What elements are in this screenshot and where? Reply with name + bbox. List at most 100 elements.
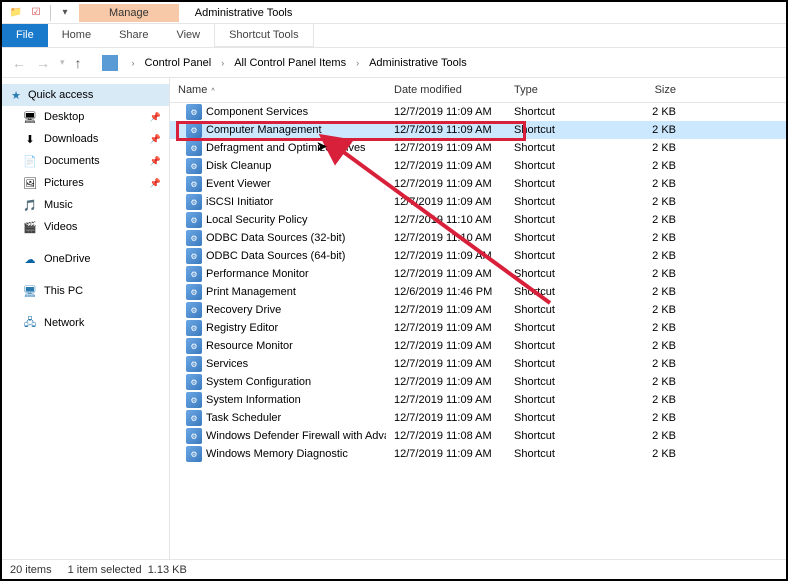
- breadcrumb-segment[interactable]: Control Panel: [145, 57, 212, 69]
- sidebar-network[interactable]: 🖧 Network: [2, 312, 169, 334]
- table-row[interactable]: ⚙Recovery Drive12/7/2019 11:09 AMShortcu…: [170, 301, 786, 319]
- file-rows: ⚙Component Services12/7/2019 11:09 AMSho…: [170, 103, 786, 463]
- sidebar-item-documents[interactable]: 📄Documents📌: [2, 150, 169, 172]
- column-header-date[interactable]: Date modified: [386, 78, 506, 102]
- cell-date: 12/7/2019 11:09 AM: [386, 160, 506, 172]
- sidebar-item-label: Downloads: [44, 133, 98, 145]
- sidebar-item-label: Documents: [44, 155, 100, 167]
- column-header-name[interactable]: Name^: [170, 78, 386, 102]
- sidebar-this-pc[interactable]: 🖥 This PC: [2, 280, 169, 302]
- table-row[interactable]: ⚙System Configuration12/7/2019 11:09 AMS…: [170, 373, 786, 391]
- table-row[interactable]: ⚙Component Services12/7/2019 11:09 AMSho…: [170, 103, 786, 121]
- cell-type: Shortcut: [506, 268, 626, 280]
- cell-date: 12/7/2019 11:10 AM: [386, 232, 506, 244]
- sidebar-item-label: OneDrive: [44, 253, 90, 265]
- pin-icon: 📌: [150, 156, 161, 167]
- tab-home[interactable]: Home: [48, 24, 105, 47]
- nav-forward-icon[interactable]: →: [34, 55, 52, 71]
- table-row[interactable]: ⚙Local Security Policy12/7/2019 11:10 AM…: [170, 211, 786, 229]
- cell-date: 12/7/2019 11:09 AM: [386, 124, 506, 136]
- sidebar-item-label: Pictures: [44, 177, 84, 189]
- shortcut-icon: ⚙: [186, 122, 202, 138]
- cell-name: ⚙Performance Monitor: [170, 266, 386, 282]
- cell-date: 12/7/2019 11:09 AM: [386, 448, 506, 460]
- table-row[interactable]: ⚙Print Management12/6/2019 11:46 PMShort…: [170, 283, 786, 301]
- cell-date: 12/7/2019 11:09 AM: [386, 268, 506, 280]
- tab-shortcut-tools[interactable]: Shortcut Tools: [214, 24, 314, 47]
- tab-share[interactable]: Share: [105, 24, 162, 47]
- nav-back-icon[interactable]: ←: [10, 55, 28, 71]
- chevron-right-icon[interactable]: ›: [356, 58, 359, 68]
- sidebar-quick-access[interactable]: ★ Quick access: [2, 84, 169, 106]
- desktop-icon: 🖥: [22, 109, 38, 125]
- table-row[interactable]: ⚙Task Scheduler12/7/2019 11:09 AMShortcu…: [170, 409, 786, 427]
- cell-date: 12/7/2019 11:09 AM: [386, 106, 506, 118]
- table-row[interactable]: ⚙Resource Monitor12/7/2019 11:09 AMShort…: [170, 337, 786, 355]
- cell-name: ⚙Disk Cleanup: [170, 158, 386, 174]
- cell-size: 2 KB: [626, 214, 706, 226]
- table-row[interactable]: ⚙iSCSI Initiator12/7/2019 11:09 AMShortc…: [170, 193, 786, 211]
- table-row[interactable]: ⚙Services12/7/2019 11:09 AMShortcut2 KB: [170, 355, 786, 373]
- sidebar-item-pictures[interactable]: 🖼Pictures📌: [2, 172, 169, 194]
- chevron-right-icon[interactable]: ›: [221, 58, 224, 68]
- nav-up-icon[interactable]: ↑: [73, 55, 84, 71]
- cell-type: Shortcut: [506, 232, 626, 244]
- sidebar-item-desktop[interactable]: 🖥Desktop📌: [2, 106, 169, 128]
- cell-type: Shortcut: [506, 124, 626, 136]
- table-row[interactable]: ⚙Registry Editor12/7/2019 11:09 AMShortc…: [170, 319, 786, 337]
- cell-date: 12/7/2019 11:09 AM: [386, 142, 506, 154]
- shortcut-icon: ⚙: [186, 392, 202, 408]
- table-row[interactable]: ⚙ODBC Data Sources (32-bit)12/7/2019 11:…: [170, 229, 786, 247]
- cell-type: Shortcut: [506, 358, 626, 370]
- breadcrumb-segment[interactable]: Administrative Tools: [369, 57, 467, 69]
- table-row[interactable]: ⚙Defragment and Optimize Drives12/7/2019…: [170, 139, 786, 157]
- folder-icon[interactable]: 📁: [8, 5, 24, 21]
- shortcut-icon: ⚙: [186, 338, 202, 354]
- cell-name: ⚙Windows Defender Firewall with Advanc..…: [170, 428, 386, 444]
- qat-separator: [50, 5, 51, 21]
- sidebar-item-music[interactable]: 🎵Music: [2, 194, 169, 216]
- nav-recent-dropdown-icon[interactable]: ▾: [58, 57, 67, 68]
- cell-name: ⚙Event Viewer: [170, 176, 386, 192]
- cell-date: 12/7/2019 11:09 AM: [386, 250, 506, 262]
- shortcut-icon: ⚙: [186, 230, 202, 246]
- shortcut-icon: ⚙: [186, 302, 202, 318]
- cursor-icon: ➤: [316, 138, 328, 155]
- cell-name: ⚙Resource Monitor: [170, 338, 386, 354]
- tab-file[interactable]: File: [2, 24, 48, 47]
- cell-name: ⚙Recovery Drive: [170, 302, 386, 318]
- table-row[interactable]: ⚙ODBC Data Sources (64-bit)12/7/2019 11:…: [170, 247, 786, 265]
- cell-type: Shortcut: [506, 412, 626, 424]
- sidebar-item-downloads[interactable]: ⬇Downloads📌: [2, 128, 169, 150]
- sidebar-onedrive[interactable]: ☁ OneDrive: [2, 248, 169, 270]
- column-header-type[interactable]: Type: [506, 78, 626, 102]
- table-row[interactable]: ⚙Disk Cleanup12/7/2019 11:09 AMShortcut2…: [170, 157, 786, 175]
- properties-icon[interactable]: ☑: [28, 5, 44, 21]
- downloads-icon: ⬇: [22, 131, 38, 147]
- cell-size: 2 KB: [626, 196, 706, 208]
- chevron-right-icon[interactable]: ›: [132, 58, 135, 68]
- cell-name: ⚙ODBC Data Sources (32-bit): [170, 230, 386, 246]
- breadcrumb-root-icon[interactable]: [102, 55, 118, 71]
- breadcrumb-segment[interactable]: All Control Panel Items: [234, 57, 346, 69]
- table-row[interactable]: ⚙Event Viewer12/7/2019 11:09 AMShortcut2…: [170, 175, 786, 193]
- cell-size: 2 KB: [626, 268, 706, 280]
- cell-type: Shortcut: [506, 448, 626, 460]
- status-bar: 20 items 1 item selected 1.13 KB: [2, 559, 786, 579]
- table-row[interactable]: ⚙Computer Management12/7/2019 11:09 AMSh…: [170, 121, 786, 139]
- cell-name: ⚙Local Security Policy: [170, 212, 386, 228]
- cell-name: ⚙Services: [170, 356, 386, 372]
- cell-type: Shortcut: [506, 394, 626, 406]
- cell-date: 12/7/2019 11:09 AM: [386, 196, 506, 208]
- cell-size: 2 KB: [626, 142, 706, 154]
- table-row[interactable]: ⚙Windows Defender Firewall with Advanc..…: [170, 427, 786, 445]
- qat-dropdown-icon[interactable]: ▾: [57, 5, 73, 21]
- table-row[interactable]: ⚙Windows Memory Diagnostic12/7/2019 11:0…: [170, 445, 786, 463]
- tab-view[interactable]: View: [162, 24, 214, 47]
- pin-icon: 📌: [150, 112, 161, 123]
- sidebar-item-videos[interactable]: 🎬Videos: [2, 216, 169, 238]
- column-header-size[interactable]: Size: [626, 78, 706, 102]
- table-row[interactable]: ⚙Performance Monitor12/7/2019 11:09 AMSh…: [170, 265, 786, 283]
- cell-type: Shortcut: [506, 322, 626, 334]
- table-row[interactable]: ⚙System Information12/7/2019 11:09 AMSho…: [170, 391, 786, 409]
